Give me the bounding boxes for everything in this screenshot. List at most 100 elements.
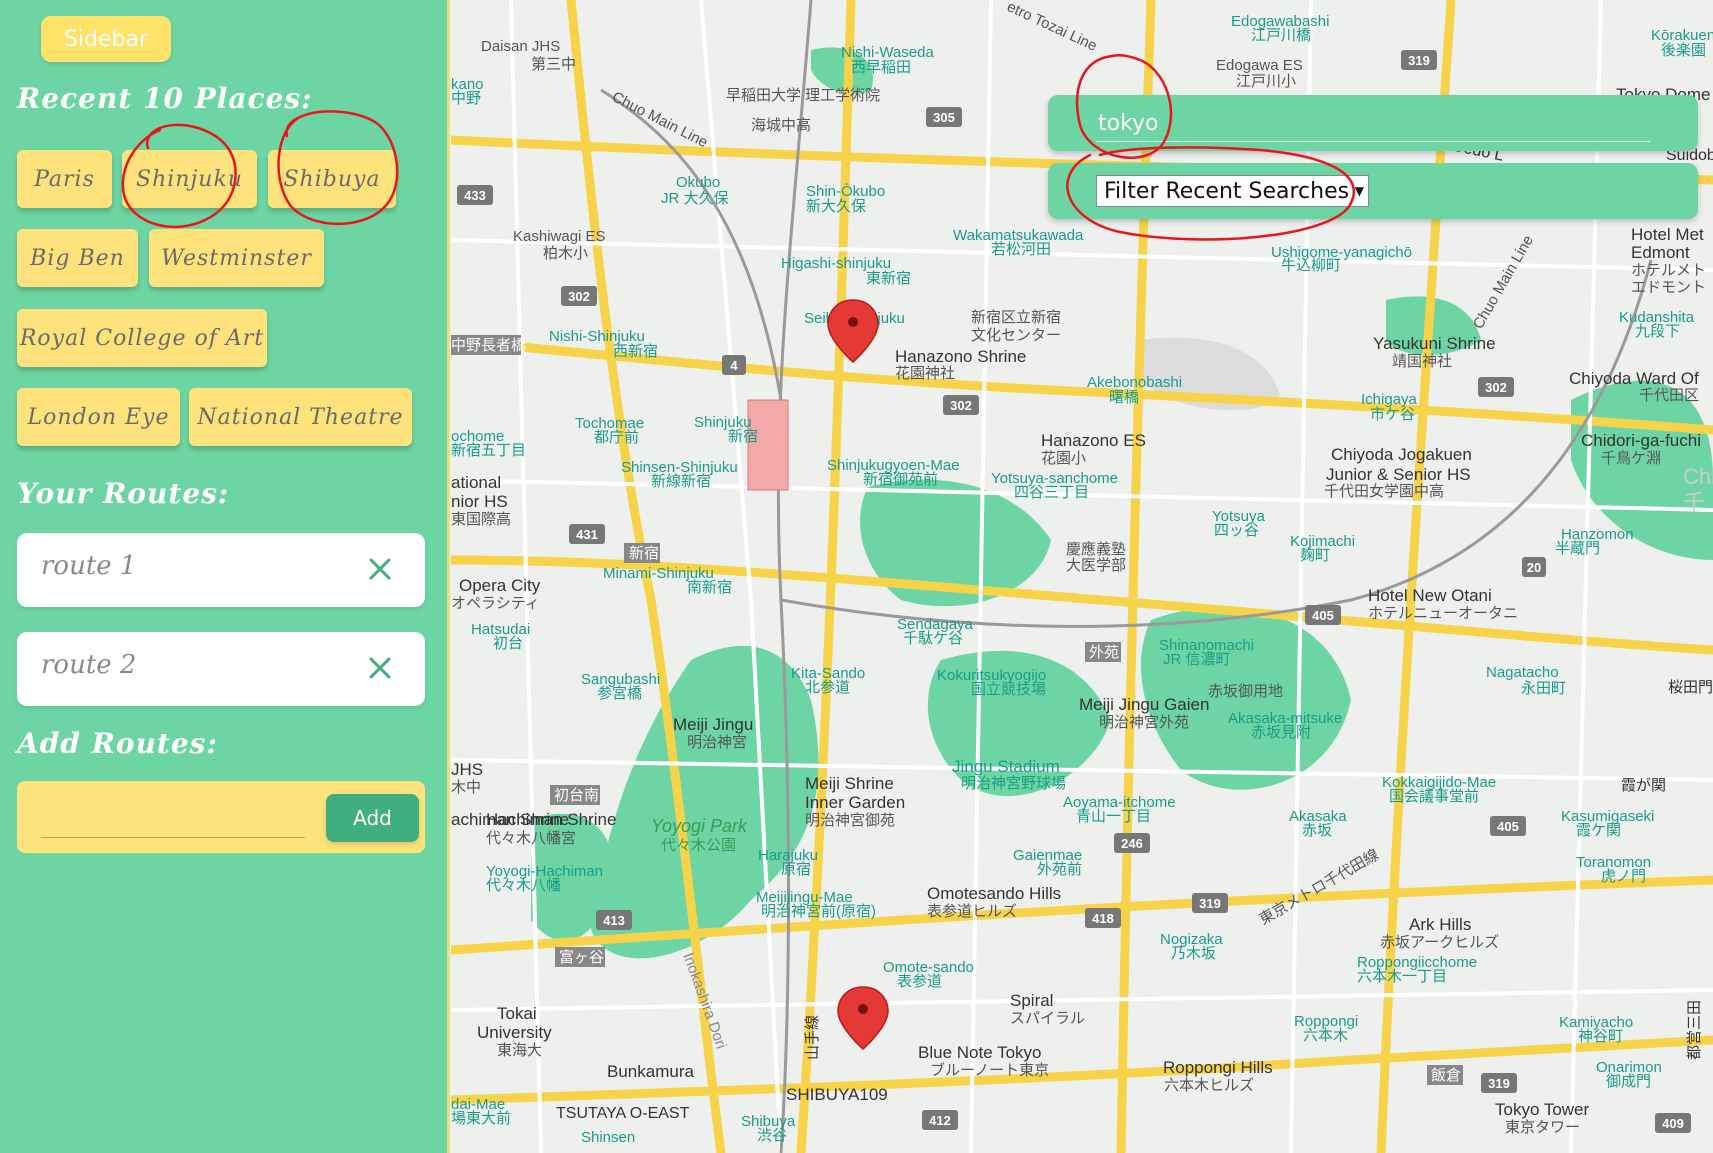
map-label: 国立競技場	[971, 681, 1046, 698]
route-card[interactable]: route 1	[17, 533, 425, 607]
map-label: JHS	[451, 760, 483, 779]
filter-select-label: Filter Recent Searches	[1104, 178, 1350, 204]
recent-place-chip[interactable]: Paris	[17, 150, 112, 208]
map-label: Ark Hills	[1409, 915, 1471, 934]
sidebar-toggle-button[interactable]: Sidebar	[41, 16, 171, 62]
map-label: 四ッ谷	[1214, 522, 1259, 539]
map-marker[interactable]	[837, 986, 889, 1050]
map-label: 原宿	[781, 861, 811, 878]
map-label: 第三中	[531, 55, 576, 73]
map-label: Blue Note Tokyo	[918, 1043, 1041, 1062]
map-label: 西新宿	[613, 343, 658, 360]
svg-text:302: 302	[1485, 380, 1507, 395]
map-label: 霞ケ関	[1576, 822, 1621, 839]
map-label: 飯倉	[1431, 1067, 1461, 1084]
map-label: Hanazono ES	[1041, 431, 1146, 450]
svg-text:305: 305	[933, 110, 955, 125]
map-label: 新宿区立新宿	[971, 309, 1061, 326]
map-label: 千代田女学園中高	[1324, 482, 1444, 500]
svg-text:302: 302	[568, 289, 590, 304]
map-label: Opera City	[459, 576, 541, 595]
svg-text:418: 418	[1092, 911, 1114, 926]
map-label: Chiyoda Jogakuen	[1331, 445, 1472, 464]
map-label: 九段下	[1635, 323, 1680, 340]
map-label: 外苑前	[1037, 861, 1082, 878]
recent-place-chip[interactable]: Big Ben	[17, 229, 138, 287]
map-label: 赤坂見附	[1251, 724, 1311, 741]
svg-text:405: 405	[1312, 608, 1334, 623]
map-label: 東国際高	[451, 511, 511, 528]
map-label: 富ヶ谷	[559, 948, 604, 966]
filter-bar: Filter Recent Searches ▼	[1048, 163, 1698, 219]
map-label: Kashiwagi ES	[513, 228, 606, 245]
add-route-button[interactable]: Add	[326, 794, 419, 842]
map-label: ホテルメト	[1631, 262, 1706, 279]
map-label: 海城中高	[751, 117, 811, 134]
map-label: Chuo Main Line	[1470, 232, 1537, 332]
map-label: 早稲田大学 理工学術院	[726, 86, 880, 104]
filter-recent-searches-select[interactable]: Filter Recent Searches ▼	[1096, 175, 1369, 207]
map-label: Edogawa ES	[1216, 57, 1303, 74]
map-label: 千鳥ケ淵	[1601, 449, 1661, 467]
map-label: Edmont	[1631, 243, 1690, 262]
map-label: 新宿御苑前	[863, 471, 938, 488]
map-label: 参宮橋	[597, 685, 642, 702]
map-label: 明治神宮御苑	[805, 812, 895, 829]
map-label: 代々木八幡宮	[486, 830, 576, 847]
map-label: 場東大前	[451, 1110, 511, 1127]
map-label: 都営三田	[1686, 1000, 1703, 1060]
map-label: 桜田門	[1668, 679, 1713, 696]
map-label: 都庁前	[594, 429, 639, 446]
recent-place-chip[interactable]: Shibuya	[268, 150, 396, 208]
map-label: 赤坂	[1302, 822, 1332, 839]
close-icon[interactable]	[365, 653, 395, 683]
map-label: 代々木公園	[661, 837, 736, 854]
recent-place-chip[interactable]: Westminster	[149, 229, 324, 287]
map-label: Tokyo Tower	[1495, 1100, 1590, 1119]
svg-text:319: 319	[1408, 53, 1430, 68]
svg-text:412: 412	[929, 1113, 951, 1128]
map-label: 牛込柳町	[1281, 257, 1341, 274]
map-label: 西早稲田	[851, 59, 911, 76]
map-label: TSUTAYA O-EAST	[556, 1105, 690, 1122]
map-label: Hotel Met	[1631, 225, 1704, 244]
map-label: 表参道	[897, 973, 942, 990]
map-label: ational	[451, 473, 501, 492]
close-icon[interactable]	[365, 554, 395, 584]
svg-text:302: 302	[950, 398, 972, 413]
map-label: Yasukuni Shrine	[1373, 334, 1496, 353]
map-label: Chi	[1683, 464, 1713, 489]
map-label: 曙橋	[1109, 389, 1139, 406]
map-label: 表参道ヒルズ	[927, 903, 1017, 920]
map-label: 新大久保	[806, 198, 866, 215]
map-label: 六本木	[1303, 1027, 1348, 1044]
search-input[interactable]	[1096, 105, 1650, 142]
map-label: 赤坂御用地	[1208, 683, 1283, 700]
map-label: 若松河田	[991, 241, 1051, 258]
map-label: Okubo	[676, 174, 720, 191]
recent-place-chip[interactable]: Shinjuku	[122, 150, 257, 208]
map-label: 靖国神社	[1392, 353, 1452, 370]
map-label: オペラシティ	[451, 595, 540, 612]
map-label: Chiyoda Ward Of	[1569, 369, 1699, 388]
map-label: Shinsen	[581, 1129, 635, 1146]
recent-places-title: Recent 10 Places:	[17, 82, 313, 115]
station-block	[747, 399, 789, 491]
map-label: 新線新宿	[651, 473, 711, 490]
map-label: 東京メトロ千代田線	[1257, 846, 1382, 928]
svg-text:413: 413	[603, 913, 625, 928]
map-label: 東海大	[497, 1042, 542, 1059]
svg-text:431: 431	[576, 527, 598, 542]
map-label: Chuo Main Line	[609, 88, 710, 151]
svg-text:4: 4	[730, 358, 738, 373]
map-label: University	[477, 1023, 552, 1042]
map-label: 市ケ谷	[1370, 406, 1415, 423]
recent-place-chip[interactable]: London Eye	[17, 388, 180, 446]
route-name: route 1	[41, 551, 137, 581]
recent-place-chip[interactable]: Royal College of Art	[17, 309, 267, 367]
map-label: 半蔵門	[1555, 540, 1600, 557]
recent-place-chip[interactable]: National Theatre	[189, 388, 412, 446]
map-label: 赤坂アークヒルズ	[1380, 934, 1499, 951]
route-card[interactable]: route 2	[17, 632, 425, 706]
add-route-input[interactable]	[41, 793, 305, 838]
